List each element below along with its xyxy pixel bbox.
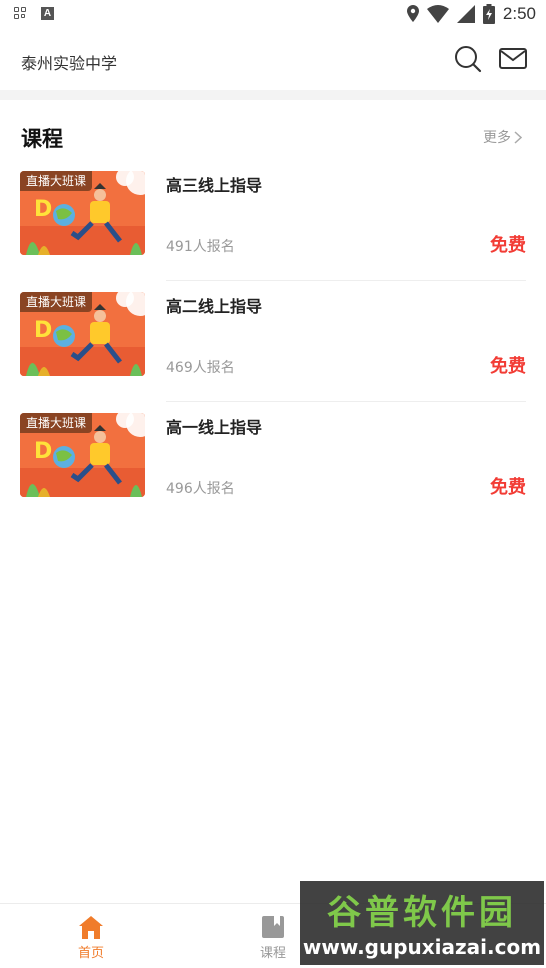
battery-icon — [482, 4, 495, 24]
course-thumbnail: D 直播大班课 — [20, 413, 145, 497]
home-icon — [79, 916, 103, 939]
course-price: 免费 — [490, 235, 526, 256]
more-link[interactable]: 更多 — [483, 127, 522, 147]
course-card[interactable]: D 直播大班课 高三线上指导 491人报名 免费 — [0, 160, 546, 281]
watermark-title: 谷普软件园 — [327, 893, 517, 933]
course-card[interactable]: D 直播大班课 高一线上指导 496人报名 免费 — [0, 402, 546, 523]
message-button[interactable] — [498, 44, 528, 74]
course-thumbnail: D 直播大班课 — [20, 292, 145, 376]
course-thumbnail: D 直播大班课 — [20, 171, 145, 255]
course-title: 高一线上指导 — [166, 418, 263, 437]
mail-icon — [499, 48, 527, 69]
grid-icon — [14, 7, 27, 20]
chevron-right-icon — [514, 130, 522, 144]
search-icon — [455, 46, 482, 73]
course-type-badge: 直播大班课 — [20, 171, 93, 191]
clock-time: 2:50 — [502, 4, 536, 23]
svg-text:D: D — [34, 318, 52, 343]
watermark-logo: 谷普软件园 www.gupuxiazai.com — [300, 881, 544, 965]
course-title: 高三线上指导 — [166, 176, 263, 195]
signal-icon — [456, 5, 475, 23]
course-type-badge: 直播大班课 — [20, 292, 93, 312]
svg-text:D: D — [34, 197, 52, 222]
enrollment-count: 491人报名 — [166, 239, 235, 255]
course-card[interactable]: D 直播大班课 高二线上指导 469人报名 免费 — [0, 281, 546, 402]
nav-home-label: 首页 — [77, 946, 104, 961]
header-divider — [0, 90, 546, 100]
course-title: 高二线上指导 — [166, 297, 263, 316]
status-bar: A 2:50 — [0, 0, 546, 30]
course-price: 免费 — [490, 356, 526, 377]
search-button[interactable] — [453, 44, 483, 74]
font-a-icon: A — [41, 7, 54, 20]
course-price: 免费 — [490, 477, 526, 498]
nav-home[interactable]: 首页 — [51, 904, 131, 968]
more-label: 更多 — [483, 130, 511, 146]
book-icon — [262, 916, 284, 938]
watermark-url: www.gupuxiazai.com — [302, 935, 542, 959]
location-icon — [406, 5, 419, 22]
enrollment-count: 496人报名 — [166, 481, 235, 497]
section-title: 课程 — [21, 127, 63, 151]
svg-text:D: D — [34, 439, 52, 464]
course-type-badge: 直播大班课 — [20, 413, 93, 433]
app-header: 泰州实验中学 — [0, 30, 546, 90]
enrollment-count: 469人报名 — [166, 360, 235, 376]
wifi-icon — [426, 5, 449, 23]
school-name-title: 泰州实验中学 — [21, 54, 118, 73]
